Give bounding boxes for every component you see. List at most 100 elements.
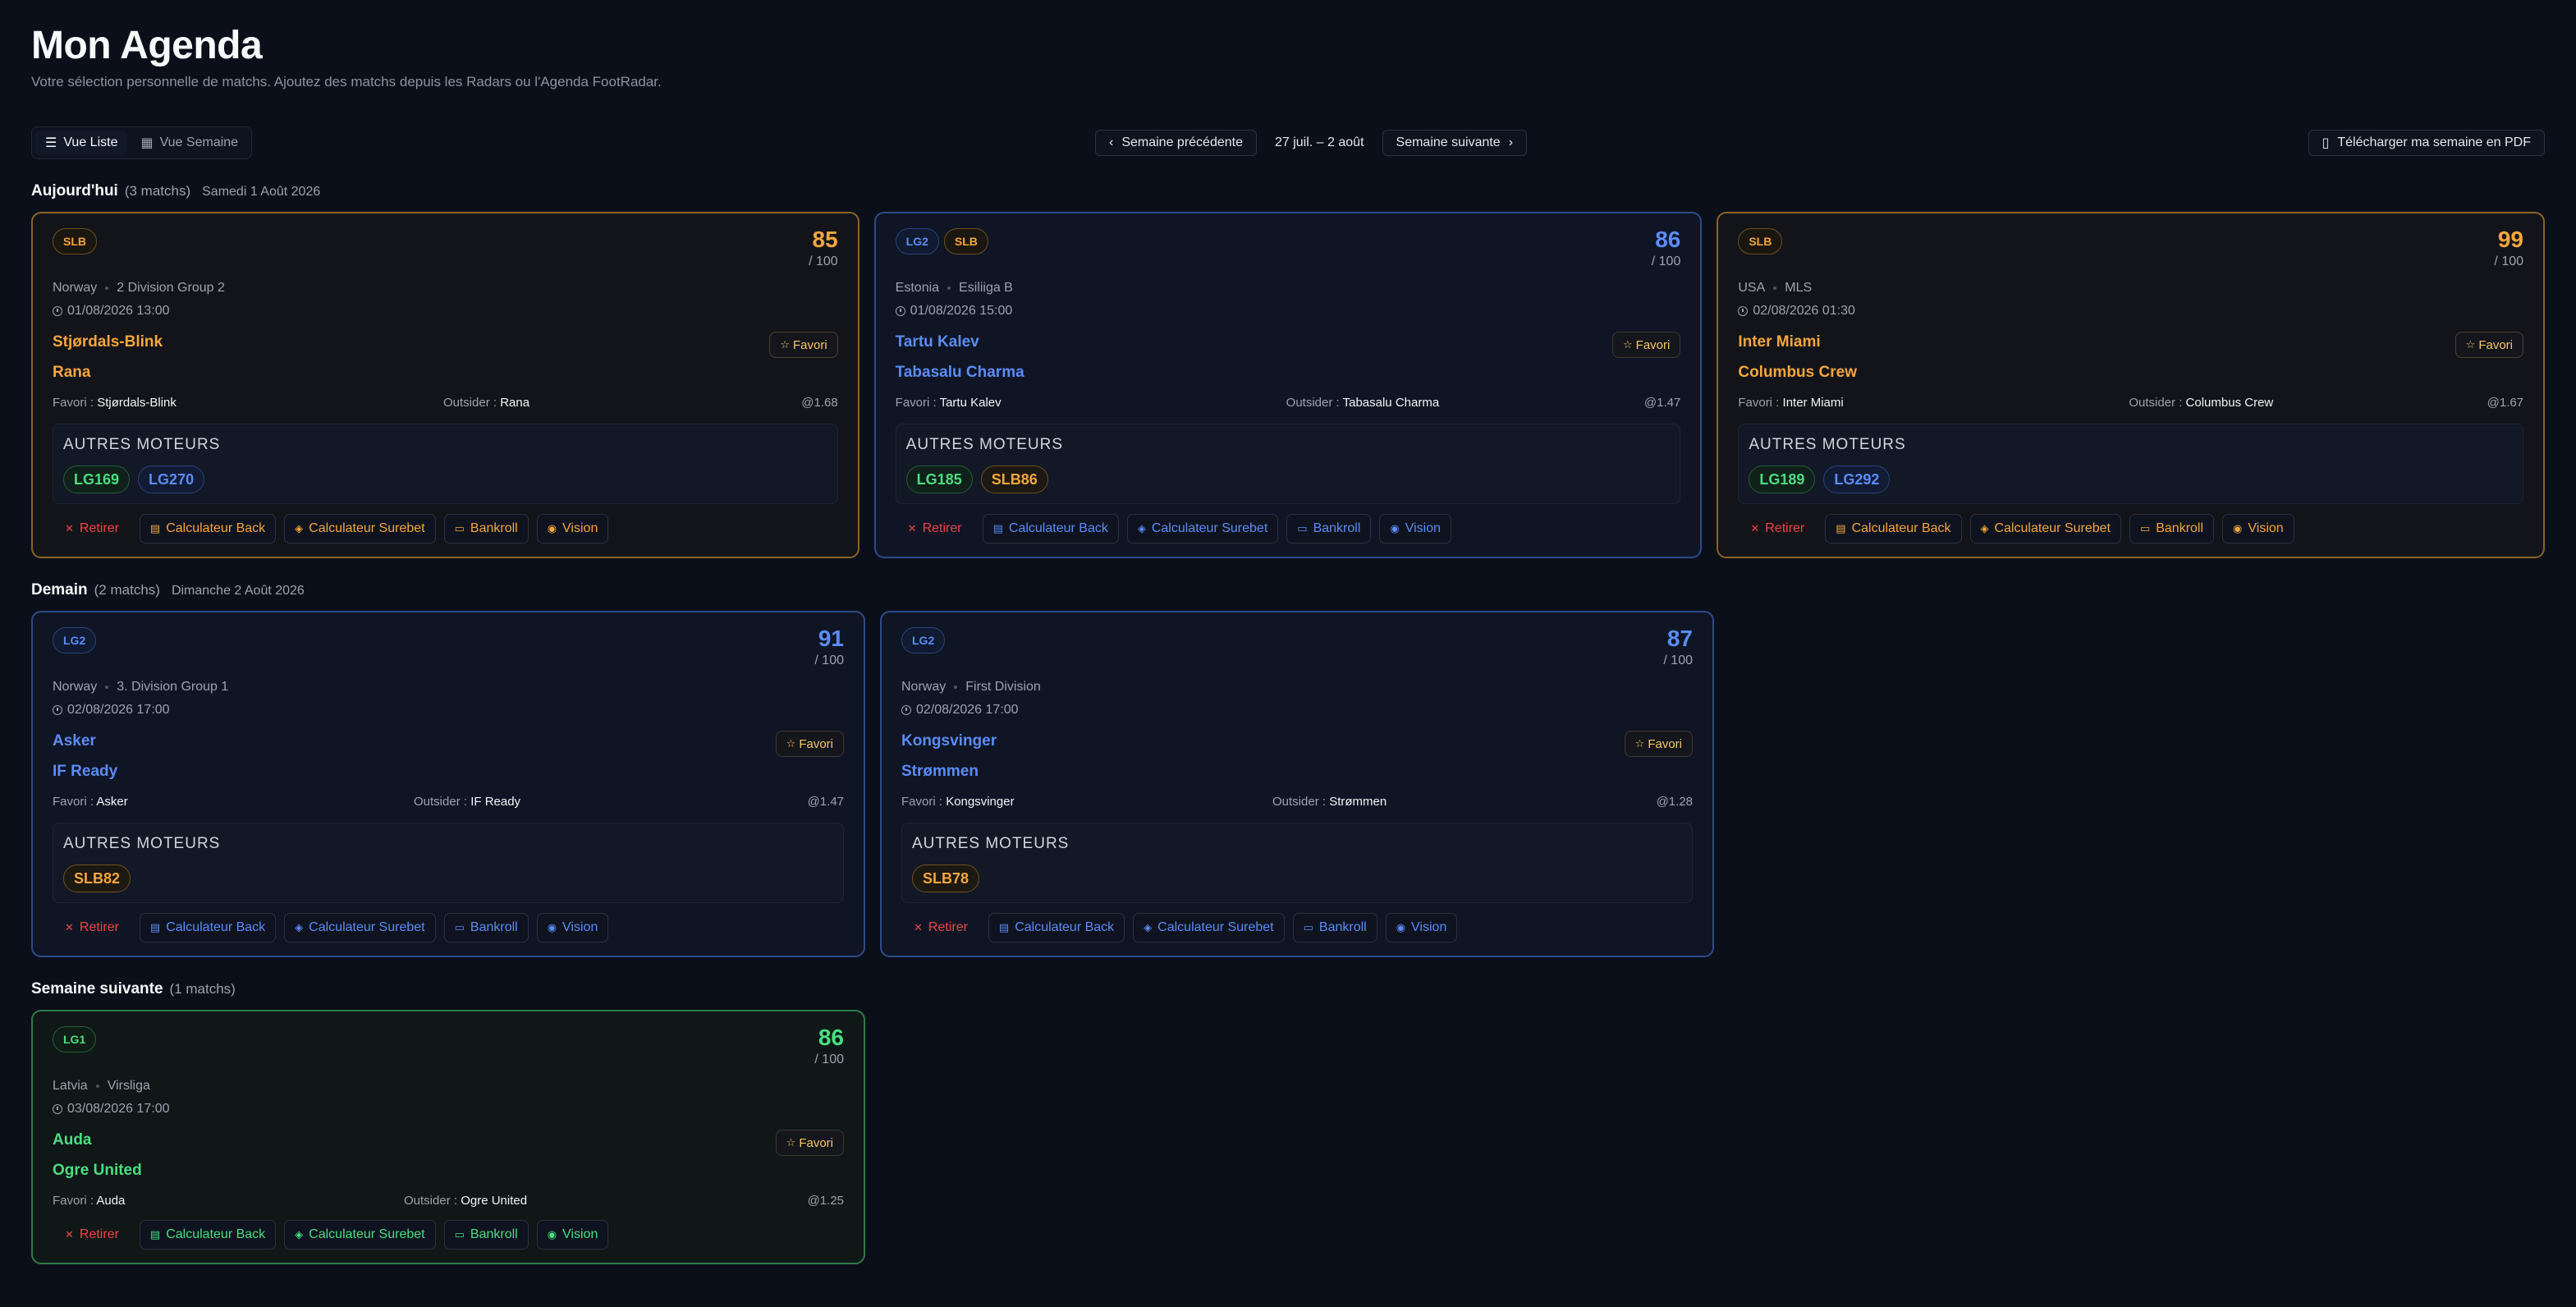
odds-value: @1.28 bbox=[1656, 795, 1693, 809]
card-actions: ✕ Retirer ▤ Calculateur Back ◈ Calculateur Su… bbox=[53, 913, 609, 942]
calc-surebet-button[interactable]: ◈ Calculateur Surebet bbox=[284, 514, 436, 543]
remove-button[interactable]: ✕ Retirer bbox=[53, 913, 131, 942]
wallet-icon: ▭ bbox=[1303, 921, 1313, 933]
score-value: 87 bbox=[1666, 626, 1693, 651]
remove-label: Retirer bbox=[922, 521, 962, 535]
remove-button[interactable]: ✕ Retirer bbox=[901, 913, 980, 942]
favori-info: Favori : Kongsvinger bbox=[901, 795, 1015, 809]
vision-button[interactable]: ◉ Vision bbox=[536, 913, 609, 942]
match-league: Esiliiga B bbox=[959, 281, 1013, 295]
vision-button[interactable]: ◉ Vision bbox=[536, 1220, 609, 1250]
outsider-prefix: Outsider : bbox=[443, 396, 497, 410]
card-actions: ✕ Retirer ▤ Calculateur Back ◈ Calculateur Su… bbox=[53, 514, 609, 543]
match-datetime: 03/08/2026 17:00 bbox=[53, 1102, 170, 1117]
eye-icon: ◉ bbox=[547, 921, 557, 933]
favorite-label: Favori bbox=[799, 736, 833, 751]
next-week-label: Semaine suivante bbox=[1396, 135, 1501, 149]
vision-button[interactable]: ◉ Vision bbox=[1385, 913, 1458, 942]
download-pdf-button[interactable]: ▯ Télécharger ma semaine en PDF bbox=[2308, 130, 2545, 156]
match-competition: Latvia Virsliga bbox=[53, 1079, 150, 1094]
section-title: Aujourd'hui bbox=[31, 182, 118, 199]
remove-button[interactable]: ✕ Retirer bbox=[53, 1220, 131, 1250]
match-score: 91 / 100 bbox=[814, 626, 844, 668]
calculator-icon: ▤ bbox=[149, 522, 161, 534]
chevron-left-icon: ‹ bbox=[1109, 135, 1114, 149]
favorite-button[interactable]: ☆ Favori bbox=[1624, 731, 1693, 757]
engine-badge: LG1 bbox=[53, 1026, 97, 1052]
vision-button[interactable]: ◉ Vision bbox=[2222, 514, 2294, 543]
remove-button[interactable]: ✕ Retirer bbox=[896, 514, 974, 543]
remove-label: Retirer bbox=[79, 521, 119, 535]
calc-surebet-button[interactable]: ◈ Calculateur Surebet bbox=[284, 913, 436, 942]
match-country: USA bbox=[1738, 281, 1766, 295]
favori-team: Kongsvinger bbox=[946, 795, 1015, 809]
calc-surebet-label: Calculateur Surebet bbox=[1151, 521, 1268, 535]
calc-back-button[interactable]: ▤ Calculateur Back bbox=[982, 514, 1119, 543]
vision-button[interactable]: ◉ Vision bbox=[1379, 514, 1452, 543]
view-week-button[interactable]: ▦ Vue Semaine bbox=[131, 131, 248, 155]
calc-back-button[interactable]: ▤ Calculateur Back bbox=[139, 1220, 277, 1250]
favori-info: Favori : Asker bbox=[53, 795, 128, 809]
wallet-icon: ▭ bbox=[1297, 522, 1308, 534]
engine-badge: SLB bbox=[53, 228, 97, 255]
vision-label: Vision bbox=[1405, 521, 1442, 535]
score-max: / 100 bbox=[1663, 654, 1693, 667]
bankroll-button[interactable]: ▭ Bankroll bbox=[2129, 514, 2215, 543]
prev-week-button[interactable]: ‹ Semaine précédente bbox=[1095, 130, 1257, 156]
bankroll-button[interactable]: ▭ Bankroll bbox=[443, 913, 529, 942]
favorite-button[interactable]: ☆ Favori bbox=[775, 731, 844, 757]
calc-surebet-label: Calculateur Surebet bbox=[1994, 521, 2111, 535]
clock-icon bbox=[53, 306, 62, 316]
calculator-icon: ▤ bbox=[992, 522, 1003, 534]
other-engines-title: AUTRES MOTEURS bbox=[63, 835, 221, 852]
calculator-icon: ▤ bbox=[1836, 522, 1846, 534]
match-datetime-value: 01/08/2026 15:00 bbox=[910, 304, 1013, 318]
match-competition: Norway First Division bbox=[901, 680, 1041, 695]
bankroll-button[interactable]: ▭ Bankroll bbox=[443, 514, 529, 543]
engine-score-pill: LG1 89 bbox=[1749, 465, 1816, 493]
calc-surebet-button[interactable]: ◈ Calculateur Surebet bbox=[1133, 913, 1285, 942]
remove-label: Retirer bbox=[79, 920, 119, 934]
calc-surebet-button[interactable]: ◈ Calculateur Surebet bbox=[1969, 514, 2121, 543]
other-engines-list: SLB 78 bbox=[912, 864, 1682, 892]
score-max: / 100 bbox=[814, 1052, 844, 1066]
score-value: 85 bbox=[812, 227, 838, 252]
outsider-info: Outsider : Strømmen bbox=[1272, 795, 1387, 809]
calc-back-button[interactable]: ▤ Calculateur Back bbox=[1825, 514, 1962, 543]
match-score: 86 / 100 bbox=[1652, 227, 1681, 269]
section-date: Dimanche 2 Août 2026 bbox=[171, 584, 305, 598]
bankroll-button[interactable]: ▭ Bankroll bbox=[443, 1220, 529, 1250]
section-title: Semaine suivante bbox=[31, 980, 163, 997]
favorite-button[interactable]: ☆ Favori bbox=[775, 1130, 844, 1156]
bankroll-label: Bankroll bbox=[1313, 521, 1361, 535]
bankroll-button[interactable]: ▭ Bankroll bbox=[1286, 514, 1372, 543]
favorite-button[interactable]: ☆ Favori bbox=[769, 332, 838, 358]
calc-surebet-label: Calculateur Surebet bbox=[309, 521, 425, 535]
engine-name: LG1 bbox=[74, 470, 103, 488]
section-header: Demain (2 matchs) Dimanche 2 Août 2026 bbox=[31, 581, 2545, 599]
calc-back-button[interactable]: ▤ Calculateur Back bbox=[139, 514, 277, 543]
remove-button[interactable]: ✕ Retirer bbox=[53, 514, 131, 543]
vision-button[interactable]: ◉ Vision bbox=[536, 514, 609, 543]
favori-prefix: Favori : bbox=[53, 1194, 94, 1208]
remove-button[interactable]: ✕ Retirer bbox=[1738, 514, 1817, 543]
calc-surebet-button[interactable]: ◈ Calculateur Surebet bbox=[1126, 514, 1279, 543]
calc-back-button[interactable]: ▤ Calculateur Back bbox=[139, 913, 277, 942]
card-actions: ✕ Retirer ▤ Calculateur Back ◈ Calculateur Su… bbox=[901, 913, 1458, 942]
star-icon: ☆ bbox=[780, 338, 790, 351]
odds-row: Favori : Tartu Kalev Outsider : Tabasalu … bbox=[896, 396, 1681, 412]
bankroll-button[interactable]: ▭ Bankroll bbox=[1292, 913, 1377, 942]
card-actions: ✕ Retirer ▤ Calculateur Back ◈ Calculateur Su… bbox=[53, 1220, 609, 1250]
favorite-button[interactable]: ☆ Favori bbox=[2455, 332, 2524, 358]
engine-badge: LG2 bbox=[895, 228, 939, 255]
next-week-button[interactable]: Semaine suivante › bbox=[1382, 130, 1528, 156]
favorite-button[interactable]: ☆ Favori bbox=[1612, 332, 1681, 358]
close-icon: ✕ bbox=[65, 921, 74, 933]
favori-prefix: Favori : bbox=[53, 795, 94, 809]
engine-badge: LG2 bbox=[901, 627, 946, 654]
view-list-button[interactable]: ☰ Vue Liste bbox=[35, 131, 128, 155]
calc-surebet-button[interactable]: ◈ Calculateur Surebet bbox=[284, 1220, 436, 1250]
clock-icon bbox=[53, 1104, 62, 1114]
calc-back-button[interactable]: ▤ Calculateur Back bbox=[988, 913, 1125, 942]
bankroll-label: Bankroll bbox=[470, 521, 518, 535]
